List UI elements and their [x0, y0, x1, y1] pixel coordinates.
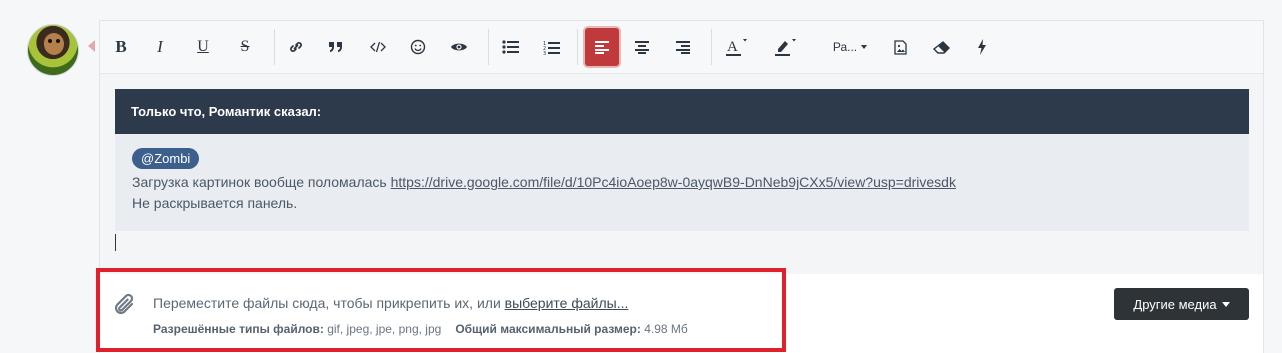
lightning-icon[interactable] — [972, 28, 992, 66]
editor-content[interactable]: Только что, Романтик сказал: @Zombi Загр… — [100, 74, 1263, 274]
attachment-limits: Разрешённые типы файлов: gif, jpeg, jpe,… — [153, 322, 688, 336]
underline-button[interactable]: U — [192, 28, 214, 66]
chevron-down-icon — [861, 45, 868, 49]
image-icon[interactable] — [888, 28, 912, 66]
editor-toolbar: B I U S 123 A Ра... — [100, 21, 1263, 74]
quote-line-1-text: Загрузка картинок вообще поломалась — [132, 174, 391, 190]
paperclip-icon — [112, 291, 138, 320]
allowed-types-label: Разрешённые типы файлов: — [153, 322, 324, 336]
speech-caret — [88, 40, 95, 52]
svg-text:3: 3 — [543, 51, 546, 55]
numbered-list-icon[interactable]: 123 — [539, 28, 563, 66]
text-color-icon[interactable]: A — [722, 28, 752, 66]
quote-icon[interactable] — [324, 28, 348, 66]
svg-text:A: A — [727, 39, 738, 55]
max-size-label: Общий максимальный размер: — [455, 322, 641, 336]
max-size-value: 4.98 Мб — [644, 322, 688, 336]
link-icon[interactable] — [284, 28, 308, 66]
quote-header: Только что, Романтик сказал: — [115, 89, 1249, 134]
avatar-eye-left — [48, 39, 52, 43]
other-media-label: Другие медиа — [1133, 296, 1217, 312]
choose-files-link[interactable]: выберите файлы... — [505, 295, 629, 311]
toolbar-separator — [274, 29, 275, 65]
italic-button[interactable]: I — [150, 28, 170, 66]
emoji-icon[interactable] — [406, 28, 430, 66]
other-media-button[interactable]: Другие медиа — [1114, 288, 1249, 320]
preview-eye-icon[interactable] — [447, 28, 471, 66]
align-center-icon[interactable] — [630, 28, 654, 66]
avatar-face — [44, 33, 64, 55]
user-avatar[interactable] — [27, 24, 79, 76]
quote-line-2: Не раскрывается панель. — [132, 195, 298, 211]
strikethrough-button[interactable]: S — [234, 28, 256, 66]
quote-line-1: Загрузка картинок вообще поломалась http… — [132, 172, 1232, 193]
code-icon[interactable] — [366, 28, 390, 66]
avatar-eye-right — [56, 39, 60, 43]
align-right-icon[interactable] — [671, 28, 695, 66]
paragraph-format-dropdown[interactable]: Ра... — [827, 28, 873, 66]
bold-button[interactable]: B — [110, 28, 132, 66]
highlight-color-icon[interactable] — [771, 28, 801, 66]
paragraph-format-label: Ра... — [832, 40, 858, 54]
bulleted-list-icon[interactable] — [498, 28, 522, 66]
toolbar-separator — [711, 29, 712, 65]
quote-drive-link[interactable]: https://drive.google.com/file/d/10Pc4ioA… — [391, 174, 956, 190]
attachment-drop-text[interactable]: Переместите файлы сюда, чтобы прикрепить… — [153, 295, 628, 311]
allowed-types-value: gif, jpeg, jpe, png, jpg — [327, 322, 442, 336]
drop-instructions: Переместите файлы сюда, чтобы прикрепить… — [153, 295, 505, 311]
chevron-down-icon — [1221, 301, 1230, 307]
mention-badge[interactable]: @Zombi — [132, 148, 200, 169]
quote-body: @Zombi Загрузка картинок вообще поломала… — [115, 134, 1249, 231]
text-cursor — [115, 234, 116, 251]
toolbar-separator — [488, 29, 489, 65]
align-left-icon[interactable] — [585, 28, 619, 66]
eraser-icon[interactable] — [929, 28, 953, 66]
toolbar-separator — [577, 29, 578, 65]
